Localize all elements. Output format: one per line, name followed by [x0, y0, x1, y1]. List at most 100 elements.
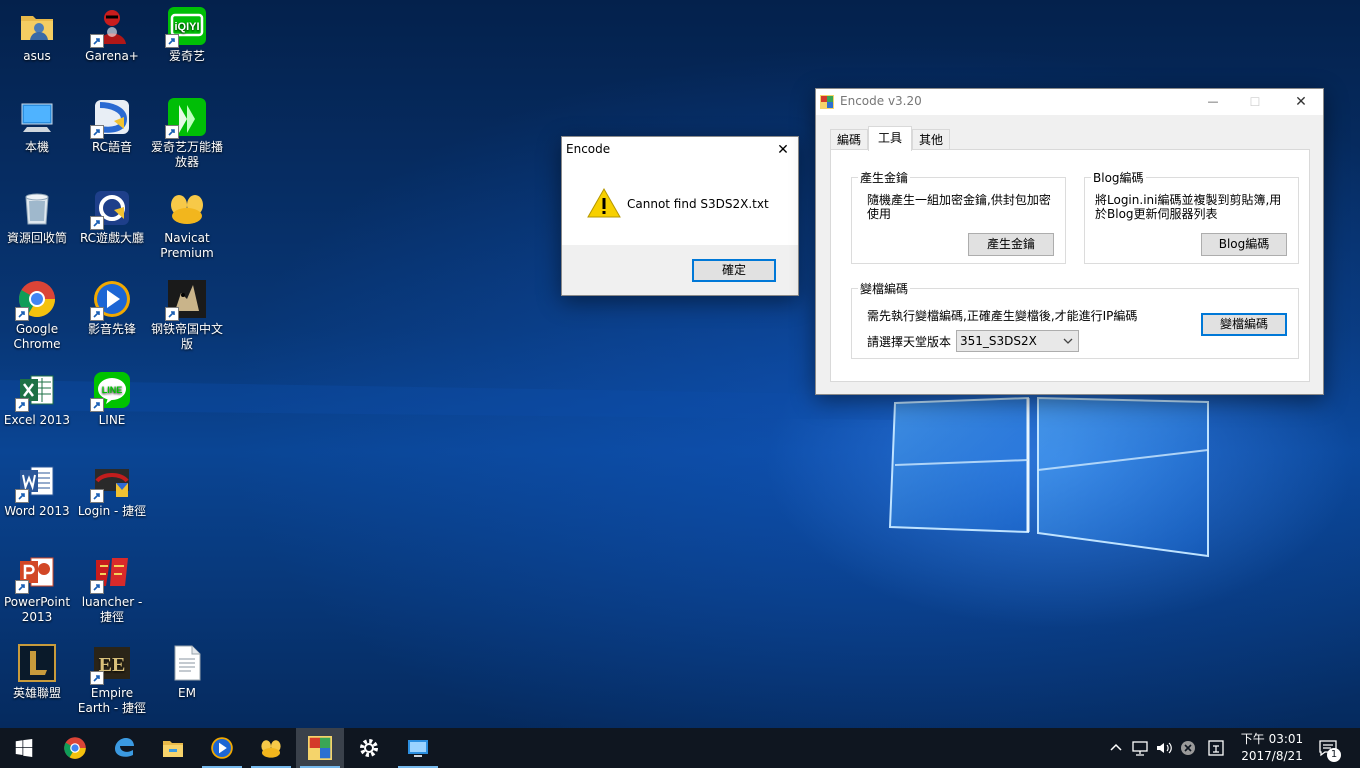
chevron-down-icon — [1063, 338, 1073, 344]
start-button[interactable] — [0, 728, 48, 768]
desktop-icon-this-pc[interactable]: 本機 — [0, 91, 74, 155]
message-box-close-button[interactable]: ✕ — [768, 137, 798, 163]
desktop-icon-navicat[interactable]: Navicat Premium — [150, 182, 224, 261]
svg-text:LINE: LINE — [102, 385, 123, 395]
shortcut-arrow-icon — [15, 580, 29, 594]
notification-count-badge: 1 — [1327, 748, 1341, 762]
taskbar-edge[interactable] — [100, 728, 148, 768]
league-icon — [17, 643, 57, 683]
shortcut-arrow-icon — [15, 489, 29, 503]
iqiyi-icon: iQIYI — [165, 6, 207, 48]
desktop-icon-recycle-bin[interactable]: 資源回收筒 — [0, 182, 74, 246]
desktop-icon-em[interactable]: EM — [150, 637, 224, 701]
taskbar-media-player[interactable] — [198, 728, 246, 768]
encode-app-icon — [308, 736, 332, 760]
desktop-icon-powerpoint-2013[interactable]: PowerPoint 2013 — [0, 546, 74, 625]
navicat-icon — [167, 188, 207, 228]
clock[interactable]: 下午 03:01 2017/8/21 — [1230, 731, 1314, 765]
desktop-icon-garena[interactable]: Garena+ — [75, 0, 149, 64]
desktop-icon-google-chrome[interactable]: Google Chrome — [0, 273, 74, 352]
powerpoint-icon — [15, 552, 57, 594]
taskbar-remote-desktop[interactable] — [394, 728, 442, 768]
recycle-bin-icon — [17, 188, 57, 228]
navicat-icon — [261, 740, 281, 758]
taskbar: 下午 03:01 2017/8/21 1 — [0, 728, 1360, 768]
desktop-icon-steel-empire[interactable]: 钢铁帝国中文版 — [150, 273, 224, 352]
file-group-legend: 變檔編碼 — [858, 280, 911, 297]
encode-window-close-button[interactable]: ✕ — [1284, 89, 1318, 115]
desktop-icon-media-player[interactable]: 影音先锋 — [75, 273, 149, 337]
rc-voice-icon — [90, 97, 132, 139]
media-player-icon — [211, 737, 233, 759]
message-box-footer: 確定 — [562, 245, 798, 295]
svg-text:iQIYI: iQIYI — [174, 21, 199, 33]
shortcut-arrow-icon — [90, 398, 104, 412]
encode-window: Encode v3.20 — ☐ ✕ 編碼 工具 其他 產生金鑰 隨機產生一組加… — [815, 88, 1324, 395]
desktop-icon-rc-lobby[interactable]: RC遊戲大廳 — [75, 182, 149, 246]
tray-status[interactable] — [1178, 738, 1198, 758]
desktop-icon-iqiyi-player[interactable]: 爱奇艺万能播放器 — [150, 91, 224, 170]
encode-window-title: Encode v3.20 — [840, 94, 922, 108]
action-center-button[interactable]: 1 — [1316, 736, 1342, 762]
shortcut-arrow-icon — [90, 580, 104, 594]
maximize-button[interactable]: ☐ — [1240, 89, 1270, 115]
desktop-icon-empire-earth[interactable]: EE Empire Earth - 捷徑 — [75, 637, 149, 716]
warning-icon — [587, 187, 621, 218]
chevron-up-icon — [1110, 743, 1122, 751]
desktop-icon-asus[interactable]: asus — [0, 0, 74, 64]
taskbar-file-explorer[interactable] — [149, 728, 197, 768]
text-file-icon — [167, 643, 207, 683]
clock-date: 2017/8/21 — [1241, 749, 1303, 763]
tray-input-method[interactable] — [1206, 738, 1226, 758]
close-circle-icon — [1181, 741, 1195, 755]
desktop-icon-login[interactable]: Login - 捷徑 — [75, 455, 149, 519]
chrome-icon — [15, 279, 57, 321]
desktop-icon-league-of-legends[interactable]: 英雄聯盟 — [0, 637, 74, 701]
encode-window-titlebar[interactable]: Encode v3.20 — ☐ ✕ — [816, 89, 1323, 115]
ok-button[interactable]: 確定 — [692, 259, 776, 282]
windows-logo-icon — [15, 739, 33, 757]
tab-other[interactable]: 其他 — [912, 129, 950, 150]
word-icon — [15, 461, 57, 503]
iqiyi-player-icon — [165, 97, 207, 139]
desktop-icon-launcher[interactable]: luancher - 捷徑 — [75, 546, 149, 625]
message-box: Encode ✕ Cannot find S3DS2X.txt 確定 — [561, 136, 799, 296]
rc-lobby-icon — [90, 188, 132, 230]
version-select[interactable]: 351_S3DS2X — [956, 330, 1079, 352]
tray-network[interactable] — [1130, 738, 1150, 758]
desktop-icon-rc-voice[interactable]: RC語音 — [75, 91, 149, 155]
garena-icon — [90, 6, 132, 48]
tray-volume[interactable] — [1154, 738, 1174, 758]
message-box-text: Cannot find S3DS2X.txt — [627, 197, 769, 211]
version-label: 請選擇天堂版本 — [867, 335, 952, 349]
taskbar-encode[interactable] — [296, 728, 344, 768]
desktop-icon-excel-2013[interactable]: Excel 2013 — [0, 364, 74, 428]
taskbar-settings[interactable] — [345, 728, 393, 768]
message-box-titlebar[interactable]: Encode ✕ — [562, 137, 798, 167]
edge-icon — [115, 738, 134, 757]
tab-encode[interactable]: 編碼 — [830, 129, 868, 150]
encode-app-icon — [820, 95, 834, 109]
taskbar-chrome[interactable] — [51, 728, 99, 768]
tray-show-hidden[interactable] — [1106, 738, 1126, 758]
tab-tools[interactable]: 工具 — [868, 126, 912, 151]
file-encode-button[interactable]: 變檔編碼 — [1201, 313, 1287, 336]
generate-key-button[interactable]: 產生金鑰 — [968, 233, 1054, 256]
message-box-title: Encode — [566, 142, 611, 156]
shortcut-arrow-icon — [165, 34, 179, 48]
blog-groupbox: Blog編碼 將Login.ini編碼並複製到剪貼簿,用於Blog更新伺服器列表… — [1084, 169, 1299, 264]
line-icon: LINE — [90, 370, 132, 412]
media-player-icon — [90, 279, 132, 321]
clock-time: 下午 03:01 — [1240, 732, 1304, 746]
desktop-icon-line[interactable]: LINE LINE — [75, 364, 149, 428]
input-method-icon — [1208, 740, 1224, 756]
shortcut-arrow-icon — [90, 307, 104, 321]
key-groupbox: 產生金鑰 隨機產生一組加密金鑰,供封包加密使用 產生金鑰 — [851, 169, 1066, 264]
desktop-icon-iqiyi[interactable]: iQIYI 爱奇艺 — [150, 0, 224, 64]
shortcut-arrow-icon — [90, 671, 104, 685]
minimize-button[interactable]: — — [1198, 89, 1228, 115]
remote-desktop-icon — [408, 740, 428, 757]
taskbar-navicat[interactable] — [247, 728, 295, 768]
desktop-icon-word-2013[interactable]: Word 2013 — [0, 455, 74, 519]
blog-encode-button[interactable]: Blog編碼 — [1201, 233, 1287, 256]
